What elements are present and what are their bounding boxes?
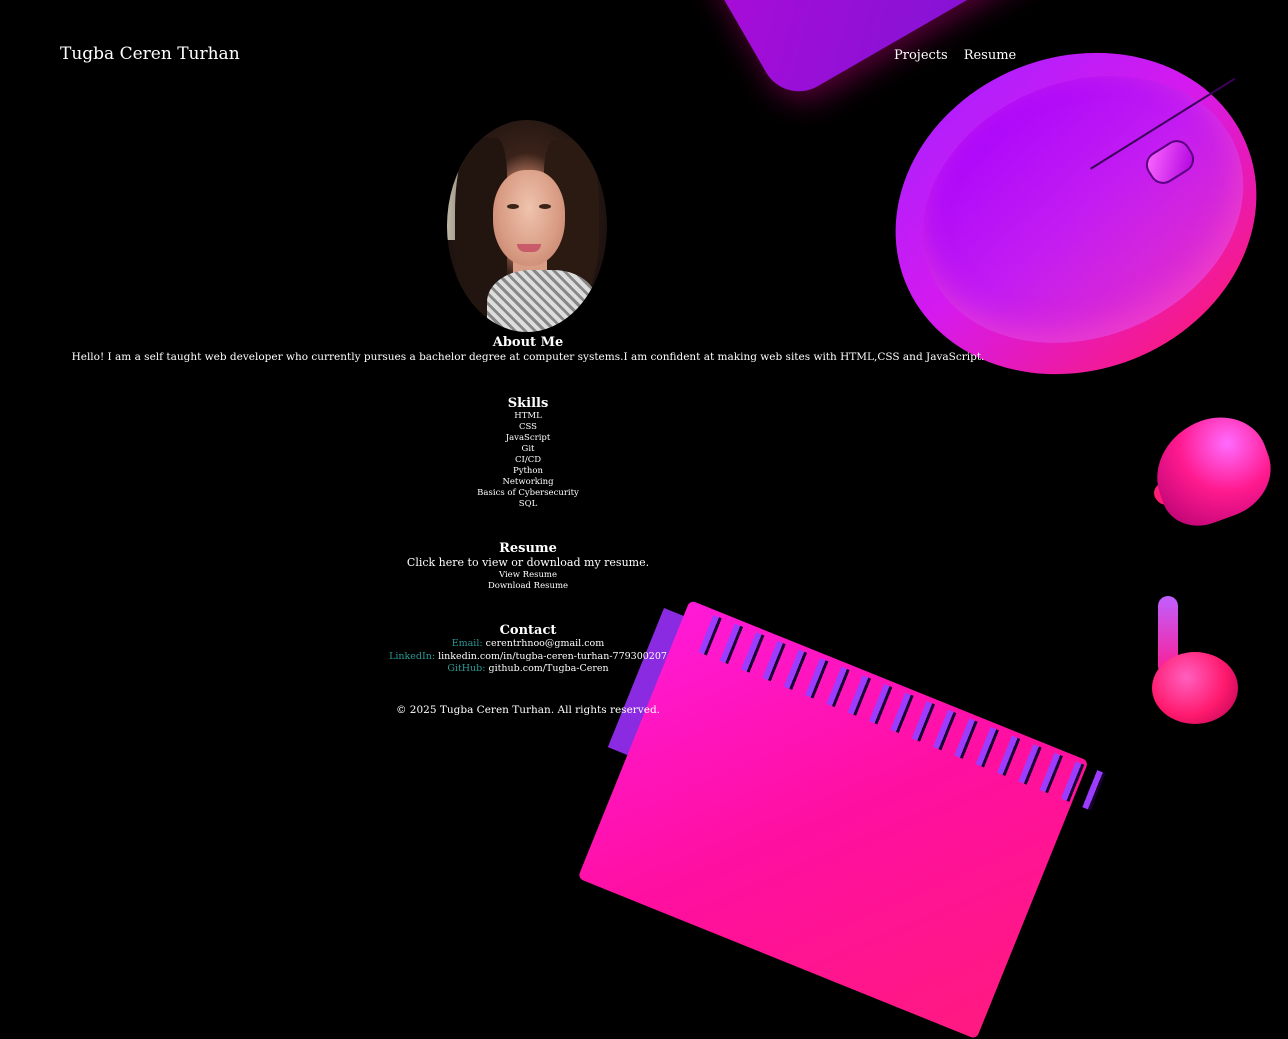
nav-resume-link[interactable]: Resume (964, 48, 1017, 63)
contact-linkedin-row: LinkedIn: linkedin.com/in/tugba-ceren-tu… (0, 651, 1056, 664)
skill-item: HTML (514, 411, 542, 421)
skill-item: JavaScript (505, 433, 551, 443)
mouse-split-line (1090, 77, 1236, 170)
contact-list: Email: cerentrhnoo@gmail.com LinkedIn: l… (0, 638, 1056, 676)
resume-heading: Resume (499, 541, 557, 556)
earbud-stem-illustration (1149, 453, 1211, 509)
footer-copyright: © 2025 Tugba Ceren Turhan. All rights re… (395, 704, 661, 716)
about-heading: About Me (492, 335, 564, 350)
skills-heading: Skills (507, 396, 549, 411)
skill-item: SQL (518, 499, 538, 509)
earbud-stem-illustration (1158, 596, 1178, 676)
github-link[interactable]: github.com/Tugba-Ceren (488, 663, 608, 674)
email-link[interactable]: cerentrhnoo@gmail.com (486, 638, 605, 649)
contact-heading: Contact (499, 623, 557, 638)
linkedin-label: LinkedIn: (389, 650, 436, 662)
linkedin-link[interactable]: linkedin.com/in/tugba-ceren-turhan-77930… (438, 651, 667, 662)
view-resume-link[interactable]: View Resume (0, 570, 1056, 581)
contact-email-row: Email: cerentrhnoo@gmail.com (0, 638, 1056, 651)
skill-item: Basics of Cybersecurity (477, 488, 579, 498)
skill-item: CI/CD (514, 455, 542, 465)
skills-list: HTML CSS JavaScript Git CI/CD Python Net… (0, 411, 1056, 510)
mouse-wheel-illustration (1140, 134, 1200, 190)
profile-photo (447, 120, 607, 332)
site-brand[interactable]: Tugba Ceren Turhan (60, 44, 240, 64)
earbud-illustration (1152, 652, 1238, 724)
github-label: GitHub: (447, 663, 486, 674)
nav-projects-link[interactable]: Projects (894, 48, 948, 63)
mouse-illustration (846, 0, 1288, 428)
email-label: Email: (451, 638, 483, 649)
resume-links: View Resume Download Resume (0, 570, 1056, 592)
skill-item: Python (512, 466, 543, 476)
skill-item: Git (521, 444, 535, 454)
download-resume-link[interactable]: Download Resume (0, 581, 1056, 592)
contact-github-row: GitHub: github.com/Tugba-Ceren (0, 663, 1056, 676)
about-text: Hello! I am a self taught web developer … (71, 351, 985, 363)
earbud-illustration (1141, 403, 1284, 537)
main-nav: Projects Resume (894, 48, 1016, 63)
skill-item: Networking (502, 477, 554, 487)
resume-text: Click here to view or download my resume… (406, 556, 650, 569)
skill-item: CSS (518, 422, 537, 432)
